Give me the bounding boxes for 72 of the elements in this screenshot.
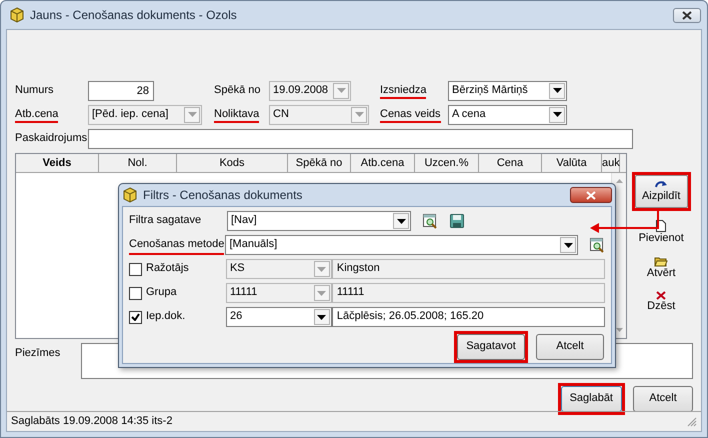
column-header[interactable]: Veids: [16, 154, 99, 172]
dialog-title: Filtrs - Cenošanas dokuments: [143, 188, 302, 202]
dropdown[interactable]: A cena: [448, 104, 567, 124]
close-icon: [682, 10, 692, 20]
redo-arrow-icon: [655, 180, 668, 188]
column-header[interactable]: Spēkā no: [288, 154, 351, 172]
field-label: Numurs: [15, 84, 54, 96]
dropdown[interactable]: [Nav]: [227, 211, 411, 231]
caret-icon: [393, 213, 409, 229]
toolbar-button[interactable]: Dzēst: [644, 290, 678, 314]
field-label: Atb.cena: [15, 108, 58, 123]
caret-icon: [314, 309, 330, 325]
input-field: Kingston: [332, 259, 605, 279]
checkbox-label: Grupa: [146, 286, 177, 300]
dropdown[interactable]: 26: [226, 307, 332, 327]
floppy-icon[interactable]: [450, 214, 464, 228]
preview-icon[interactable]: [590, 238, 605, 252]
field-label: Filtra sagatave: [129, 214, 202, 228]
field-label: Izsniedza: [380, 84, 426, 99]
checkbox-label: Iep.dok.: [146, 310, 186, 324]
folder-icon: [654, 255, 668, 268]
caret-icon: [184, 106, 200, 122]
field-label: Cenošanas metode: [129, 238, 224, 255]
checkbox-label: Ražotājs: [146, 262, 189, 276]
column-header[interactable]: Uzcen.%: [415, 154, 479, 172]
box-icon: [9, 7, 25, 23]
input-field[interactable]: 28: [88, 80, 154, 100]
dropdown: 19.09.2008: [269, 80, 351, 100]
field-label: Paskaidrojums: [15, 132, 88, 144]
caret-icon: [351, 106, 367, 122]
dropdown: [Pēd. iep. cena]: [88, 104, 202, 124]
box-icon: [122, 187, 138, 203]
checkbox[interactable]: [129, 262, 142, 276]
column-header[interactable]: Kods: [177, 154, 288, 172]
field-label: Noliktava: [214, 108, 260, 123]
close-button[interactable]: [570, 187, 612, 203]
column-header[interactable]: Atb.cena: [351, 154, 415, 172]
caret-icon: [549, 106, 565, 122]
column-header[interactable]: Valūta: [542, 154, 602, 172]
toolbar-button[interactable]: Aizpildīt: [634, 175, 688, 208]
dropdown[interactable]: Bērziņš Mārtiņš: [448, 80, 567, 100]
window-title: Jauns - Cenošanas dokuments - Ozols: [30, 8, 237, 22]
button[interactable]: Atcelt: [536, 334, 604, 360]
input-field: Lāčplēsis; 26.05.2008; 165.20: [332, 307, 605, 327]
toolbar-button[interactable]: Pievienot: [636, 219, 687, 246]
field-label: Piezīmes: [15, 347, 60, 359]
status-text: Saglabāts 19.09.2008 14:35 its-2: [11, 414, 172, 428]
caret-icon: [333, 82, 349, 98]
delete-icon: [656, 290, 666, 300]
checkbox[interactable]: [129, 286, 142, 300]
close-icon: [585, 190, 597, 200]
caret-icon: [549, 82, 565, 98]
button[interactable]: Atcelt: [633, 386, 693, 412]
button[interactable]: Sagatavot: [457, 334, 525, 360]
dropdown: CN: [269, 104, 369, 124]
field-label: Cenas veids: [380, 108, 441, 123]
input-field[interactable]: [88, 128, 633, 148]
dropdown[interactable]: [Manuāls]: [225, 235, 578, 255]
resize-grip-icon: [687, 416, 697, 426]
caret-icon: [560, 237, 576, 253]
button[interactable]: Saglabāt: [560, 386, 622, 412]
input-field: 11111: [332, 283, 605, 303]
field-label: Spēkā no: [214, 84, 260, 96]
close-button[interactable]: [673, 8, 701, 22]
preview-icon[interactable]: [423, 214, 438, 228]
column-header[interactable]: Cena: [479, 154, 542, 172]
checkbox[interactable]: [129, 310, 142, 324]
column-header[interactable]: Nol.: [99, 154, 177, 172]
caret-icon: [314, 261, 330, 277]
column-header[interactable]: auk: [602, 154, 620, 172]
toolbar-button[interactable]: Atvērt: [644, 254, 679, 282]
caret-icon: [314, 285, 330, 301]
